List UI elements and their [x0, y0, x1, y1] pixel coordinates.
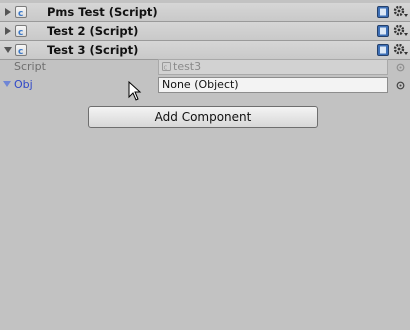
- script-file-icon: c: [162, 61, 171, 71]
- script-icon: c: [15, 6, 27, 18]
- help-book-icon[interactable]: [377, 25, 389, 37]
- component-title: Test 2 (Script): [47, 24, 139, 38]
- obj-object-field[interactable]: None (Object): [158, 77, 388, 93]
- gear-icon[interactable]: [393, 24, 409, 38]
- component-title: Test 3 (Script): [47, 43, 139, 57]
- svg-text:c: c: [18, 28, 23, 36]
- object-picker-icon[interactable]: [396, 81, 405, 90]
- component-header-pms-test[interactable]: c Pms Test (Script): [0, 3, 410, 22]
- add-component-button[interactable]: Add Component: [88, 106, 318, 128]
- object-picker-icon: [396, 63, 405, 72]
- foldout-collapsed-icon[interactable]: [3, 7, 13, 17]
- foldout-expanded-icon[interactable]: [3, 81, 11, 88]
- svg-text:c: c: [18, 47, 23, 55]
- obj-label: Obj: [14, 78, 33, 91]
- script-field: c test3: [158, 59, 388, 75]
- script-label: Script: [14, 60, 46, 73]
- help-book-icon[interactable]: [377, 6, 389, 18]
- script-icon: c: [15, 25, 27, 37]
- script-field-value: test3: [173, 60, 202, 73]
- property-row-script: Script c test3: [0, 58, 410, 76]
- help-book-icon[interactable]: [377, 44, 389, 56]
- script-icon: c: [15, 44, 27, 56]
- inspector-panel: c Pms Test (Script) c Test 2 (Script) c …: [0, 0, 410, 330]
- component-title: Pms Test (Script): [47, 5, 158, 19]
- gear-icon[interactable]: [393, 43, 409, 57]
- property-row-obj: Obj None (Object): [0, 76, 410, 94]
- foldout-expanded-icon[interactable]: [3, 45, 13, 55]
- svg-text:c: c: [18, 9, 23, 17]
- svg-text:c: c: [164, 63, 168, 71]
- gear-icon[interactable]: [393, 5, 409, 19]
- foldout-collapsed-icon[interactable]: [3, 26, 13, 36]
- mouse-cursor-icon: [128, 81, 142, 101]
- component-header-test-2[interactable]: c Test 2 (Script): [0, 22, 410, 41]
